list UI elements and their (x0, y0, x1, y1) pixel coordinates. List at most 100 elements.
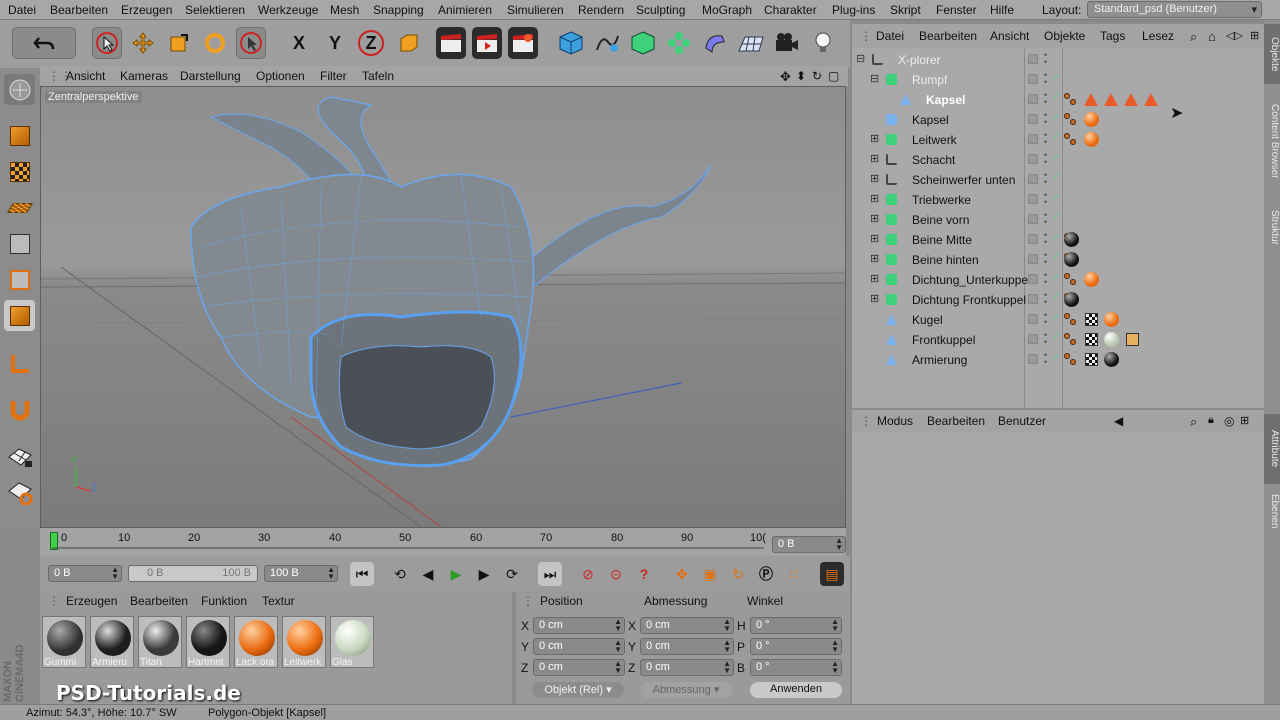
deformer-button[interactable] (700, 27, 730, 59)
uvw-tag-icon[interactable] (1085, 313, 1098, 326)
mat-menu-erzeugen[interactable]: Erzeugen (66, 594, 117, 608)
layout-select[interactable]: Standard_psd (Benutzer) ▾ (1087, 1, 1262, 18)
material-tag-icon[interactable] (1104, 352, 1119, 367)
array-button[interactable] (664, 27, 694, 59)
size-mode-select[interactable]: Abmessung ▾ (640, 682, 732, 698)
coord-mode-select[interactable]: Objekt (Rel) ▾ (532, 682, 624, 698)
object-row[interactable]: ⊟ X-plorer • • (852, 50, 1264, 70)
object-row[interactable]: ⊞ Beine vorn • • ✓ (852, 210, 1264, 230)
workplane-mode-button[interactable] (4, 192, 35, 223)
angle-h-field[interactable]: 0 ° ▲ ▼ (750, 617, 842, 634)
coordinate-system-button[interactable] (394, 27, 424, 59)
menu-plugins[interactable]: Plug-ins (832, 3, 875, 17)
object-row[interactable]: ⊞ Dichtung_Unterkuppel • • ✓ (852, 270, 1264, 290)
make-editable-button[interactable] (4, 74, 35, 105)
tab-struktur[interactable]: Struktur (1264, 198, 1280, 258)
menu-fenster[interactable]: Fenster (936, 3, 977, 17)
search-icon[interactable]: ⌕ (1190, 414, 1197, 430)
enabled-check-icon[interactable]: ✓ (1052, 272, 1060, 283)
autokey-button[interactable]: ⊙ (604, 562, 628, 586)
visibility-dots-icon[interactable]: • • (1044, 51, 1047, 67)
goto-start-button[interactable]: ⏮ (350, 562, 374, 586)
mat-menu-funktion[interactable]: Funktion (201, 594, 247, 608)
rotate-tool-button[interactable] (200, 27, 230, 59)
enabled-check-icon[interactable]: ✓ (1052, 72, 1060, 83)
phong-tag-icon[interactable] (1064, 273, 1080, 287)
visibility-dots-icon[interactable]: • • (1044, 131, 1047, 147)
spline-button[interactable] (592, 27, 622, 59)
prev-frame-button[interactable]: ◀ (416, 562, 440, 586)
play-button[interactable]: ▶ (444, 562, 468, 586)
key-position-button[interactable]: ✥ (670, 562, 694, 586)
obj-menu-objekte[interactable]: Objekte (1044, 29, 1085, 43)
expand-icon[interactable]: ⊞ (870, 132, 879, 145)
material-tag-icon[interactable] (1084, 132, 1099, 147)
enabled-check-icon[interactable]: ✓ (1052, 352, 1060, 363)
obj-menu-ansicht[interactable]: Ansicht (990, 29, 1029, 43)
object-row[interactable]: Kapsel • • ✓ (852, 90, 1264, 110)
record-key-button[interactable]: ⊘ (576, 562, 600, 586)
layer-box[interactable] (1028, 234, 1038, 244)
points-mode-button[interactable] (4, 228, 35, 259)
material-tag-icon[interactable] (1064, 292, 1079, 307)
camera-button[interactable] (772, 27, 802, 59)
phong-tag-icon[interactable] (1064, 333, 1080, 347)
material-tag-icon[interactable] (1084, 112, 1099, 127)
material-swatch[interactable]: Hartmet (186, 616, 230, 668)
material-tag-icon[interactable] (1064, 252, 1079, 267)
x-axis-button[interactable]: X (284, 27, 314, 59)
visibility-dots-icon[interactable]: • • (1044, 211, 1047, 227)
current-frame-field[interactable]: 0 B ▲ ▼ (772, 536, 846, 553)
3d-viewport[interactable]: Zentralperspektive Y Z (40, 86, 846, 528)
axis-mode-button[interactable] (4, 348, 35, 379)
object-row[interactable]: ⊞ Beine Mitte • • ✓ (852, 230, 1264, 250)
expand-icon[interactable]: ⊞ (870, 212, 879, 225)
vp-menu-darstellung[interactable]: Darstellung (180, 69, 241, 83)
workplane-snap-button[interactable] (4, 476, 35, 507)
back-arrow-icon[interactable]: ◀ (1114, 414, 1123, 428)
warning-triangle-icon[interactable] (1104, 93, 1118, 106)
render-view-button[interactable] (436, 27, 466, 59)
obj-menu-datei[interactable]: Datei (876, 29, 904, 43)
maximize-view-icon[interactable]: ▢ (828, 69, 839, 83)
timeline-window-button[interactable]: ▤ (820, 562, 844, 586)
enabled-check-icon[interactable]: ✓ (1052, 112, 1060, 123)
menu-datei[interactable]: Datei (8, 3, 36, 17)
enabled-check-icon[interactable]: ✓ (1052, 152, 1060, 163)
visibility-dots-icon[interactable]: • • (1044, 351, 1047, 367)
position-y-field[interactable]: 0 cm ▲ ▼ (533, 638, 625, 655)
phong-tag-icon[interactable] (1064, 113, 1080, 127)
layer-box[interactable] (1028, 94, 1038, 104)
material-tag-icon[interactable] (1084, 272, 1099, 287)
layer-box[interactable] (1028, 254, 1038, 264)
uvw-tag-icon[interactable] (1085, 353, 1098, 366)
layer-box[interactable] (1028, 134, 1038, 144)
home-icon[interactable]: ⌂ (1208, 29, 1216, 44)
menu-snapping[interactable]: Snapping (373, 3, 424, 17)
tab-ebenen[interactable]: Ebenen (1264, 486, 1280, 536)
model-mode-button[interactable] (4, 120, 35, 151)
expand-icon[interactable]: ⊞ (870, 192, 879, 205)
tab-attribute[interactable]: Attribute (1264, 414, 1280, 484)
next-key-button[interactable]: ⟳ (500, 562, 524, 586)
uvw-tag-icon[interactable] (1085, 333, 1098, 346)
visibility-dots-icon[interactable]: • • (1044, 231, 1047, 247)
material-tag-icon[interactable] (1104, 312, 1119, 327)
vp-menu-optionen[interactable]: Optionen (256, 69, 305, 83)
layer-box[interactable] (1028, 334, 1038, 344)
object-row[interactable]: ⊟ Rumpf • • ✓ (852, 70, 1264, 90)
orbit-icon[interactable]: ↻ (812, 69, 822, 83)
timeline-ruler[interactable]: 0 10 20 30 40 50 60 70 80 90 10( 0 B ▲ ▼ (40, 528, 846, 556)
new-panel-icon[interactable]: ⊞ (1240, 414, 1249, 427)
expand-icon[interactable]: ⊞ (870, 292, 879, 305)
arrows-icon[interactable]: ◁▷ (1226, 29, 1243, 42)
layer-box[interactable] (1028, 154, 1038, 164)
obj-menu-bearbeiten[interactable]: Bearbeiten (919, 29, 977, 43)
angle-p-field[interactable]: 0 ° ▲ ▼ (750, 638, 842, 655)
object-row[interactable]: ⊞ Dichtung Frontkuppel • • ✓ (852, 290, 1264, 310)
mat-menu-bearbeiten[interactable]: Bearbeiten (130, 594, 188, 608)
move-tool-button[interactable] (128, 27, 158, 59)
enabled-check-icon[interactable]: ✓ (1052, 92, 1060, 103)
material-swatch[interactable]: Titan (138, 616, 182, 668)
generator-button[interactable] (628, 27, 658, 59)
